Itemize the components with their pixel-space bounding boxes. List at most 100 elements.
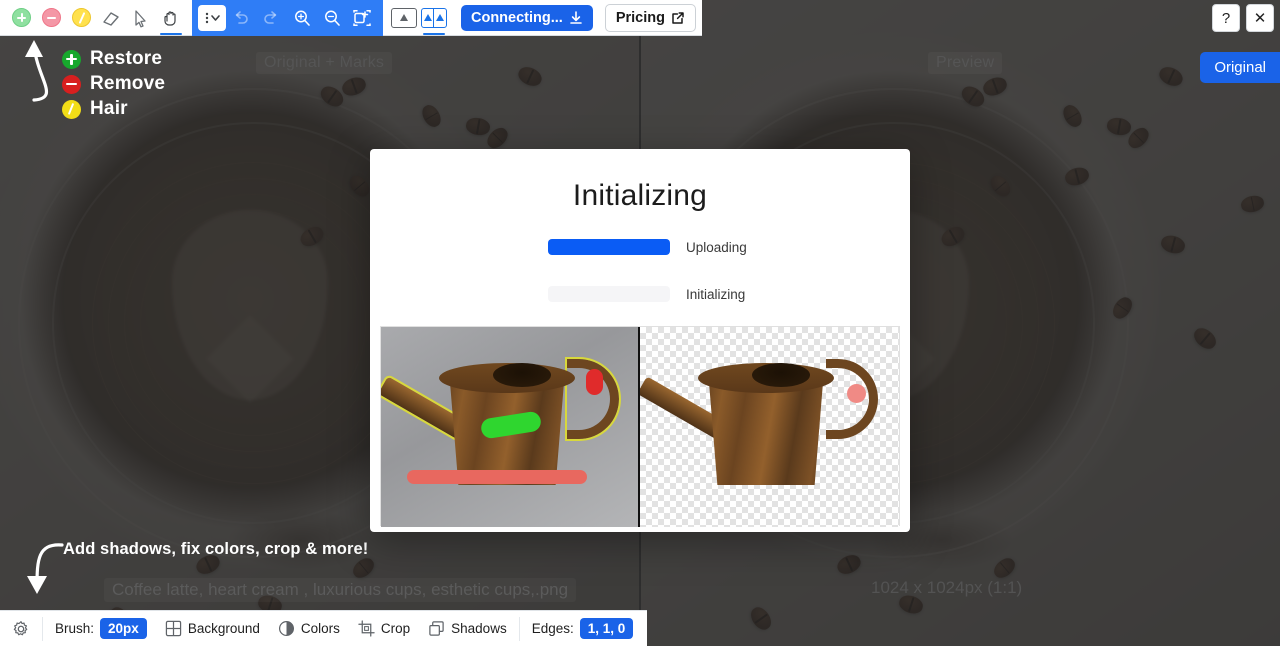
split-view-icon [421, 7, 447, 28]
crop-label: Crop [380, 621, 411, 636]
background-label: Background [187, 621, 260, 636]
remove-brush-tool[interactable] [36, 1, 66, 35]
shadows-button[interactable]: Shadows [424, 620, 511, 637]
connecting-label: Connecting... [471, 9, 563, 26]
progress-bar-uploading [548, 239, 670, 255]
brush-legend: Restore Remove Hair [62, 48, 165, 120]
shadows-label: Shadows [451, 621, 507, 636]
hair-brush-tool[interactable] [66, 1, 96, 35]
progress-label-uploading: Uploading [686, 239, 747, 255]
edges-badge[interactable]: 1, 1, 0 [579, 618, 634, 639]
undo-icon [235, 10, 248, 24]
connecting-button[interactable]: Connecting... [461, 4, 593, 31]
external-link-icon [672, 11, 684, 24]
legend-label-remove: Remove [90, 73, 166, 94]
modal-title: Initializing [572, 179, 708, 212]
watering-can-opening-cutout [752, 363, 810, 387]
original-pane-label: Original + Marks [256, 52, 392, 74]
progress-label-initializing: Initializing [686, 286, 746, 302]
zoom-out-icon [325, 10, 340, 26]
redo-button[interactable] [256, 1, 286, 35]
view-mode-group [383, 0, 455, 36]
eraser-tool[interactable] [96, 1, 126, 35]
download-icon [570, 10, 582, 24]
watering-can-opening [493, 363, 551, 387]
edges-label: Edges: [531, 621, 574, 636]
brush-size-badge[interactable]: 20px [100, 618, 147, 639]
pricing-label: Pricing [615, 9, 665, 26]
background-button[interactable]: Background [161, 620, 264, 637]
close-icon: ✕ [1253, 10, 1267, 27]
remove-mark-red-dot [586, 369, 603, 395]
hand-icon [164, 10, 176, 26]
settings-gear-icon [13, 620, 28, 635]
original-with-marks-thumbnail [381, 327, 640, 527]
plus-circle-icon [62, 49, 81, 69]
legend-label-hair: Hair [90, 98, 128, 119]
grid-icon [165, 620, 182, 637]
fit-to-screen-button[interactable] [347, 1, 377, 35]
progress-fill-uploading [548, 239, 670, 255]
kebab-chevron-icon [205, 12, 220, 23]
bottom-callout-text: Add shadows, fix colors, crop & more! [63, 540, 369, 558]
slash-circle-icon [71, 8, 91, 27]
help-icon: ? [1221, 9, 1231, 27]
remaining-pink-dot [847, 384, 866, 403]
colors-label: Colors [300, 621, 340, 636]
minus-circle-icon [41, 8, 61, 27]
preview-pane-label: Preview [928, 52, 1002, 74]
close-button[interactable]: ✕ [1246, 4, 1274, 32]
legend-item-restore: Restore [62, 48, 165, 70]
original-label: Original [1214, 59, 1266, 76]
single-view-button[interactable] [389, 1, 419, 35]
crop-button[interactable]: Crop [354, 620, 414, 637]
overflow-menu-button[interactable] [198, 4, 226, 31]
original-toggle-button[interactable]: Original [1200, 52, 1280, 83]
help-button[interactable]: ? [1212, 4, 1240, 32]
legend-item-hair: Hair [62, 98, 165, 120]
pan-tool[interactable] [156, 1, 186, 35]
file-name-label: Coffee latte, heart cream , luxurious cu… [104, 578, 576, 602]
brush-tools-group [0, 0, 192, 36]
pricing-group: Pricing [598, 0, 702, 36]
crop-icon [358, 620, 375, 637]
undo-button[interactable] [226, 1, 256, 35]
app-root: Original + Marks Preview Coffee latte, h… [0, 0, 1280, 646]
zoom-in-icon [295, 10, 310, 26]
example-thumbnails [380, 326, 900, 527]
bottom-separator-2 [518, 616, 520, 641]
top-toolbar: Connecting... Pricing [0, 0, 702, 36]
history-zoom-group [192, 0, 383, 36]
plus-circle-icon [11, 8, 31, 27]
zoom-out-button[interactable] [317, 1, 347, 35]
single-view-icon [391, 7, 417, 28]
legend-label-restore: Restore [90, 48, 163, 69]
image-dimensions-label: 1024 x 1024px (1:1) [871, 578, 1023, 597]
window-controls: ? ✕ [1212, 4, 1274, 32]
remove-mark-red-stroke [407, 470, 587, 484]
edges-control[interactable]: Edges: 1, 1, 0 [528, 618, 638, 639]
colors-button[interactable]: Colors [274, 620, 344, 637]
cursor-tool[interactable] [126, 1, 156, 35]
split-view-button[interactable] [419, 1, 449, 35]
brush-size-control[interactable]: Brush: 20px [51, 618, 151, 639]
layers-icon [429, 621, 444, 636]
progress-step-uploading: Uploading [370, 239, 910, 255]
bottom-toolbar: Brush: 20px Background Colors Crop Shado… [0, 610, 648, 646]
restore-brush-tool[interactable] [6, 1, 36, 35]
redo-icon [264, 10, 277, 24]
cursor-arrow-icon [135, 9, 146, 27]
pricing-button[interactable]: Pricing [604, 3, 696, 32]
legend-item-remove: Remove [62, 73, 165, 95]
slash-circle-icon [62, 99, 81, 119]
brush-size-label: Brush: [55, 621, 95, 636]
progress-bar-initializing [548, 286, 670, 302]
bottom-separator-1 [42, 616, 43, 641]
contrast-circle-icon [278, 620, 294, 637]
zoom-in-button[interactable] [287, 1, 317, 35]
progress-step-initializing: Initializing [370, 286, 910, 302]
settings-button[interactable] [8, 620, 34, 638]
initializing-modal: Initializing Uploading Initializing [370, 149, 910, 532]
cutout-preview-thumbnail [640, 327, 899, 527]
fit-to-screen-icon [353, 9, 371, 26]
